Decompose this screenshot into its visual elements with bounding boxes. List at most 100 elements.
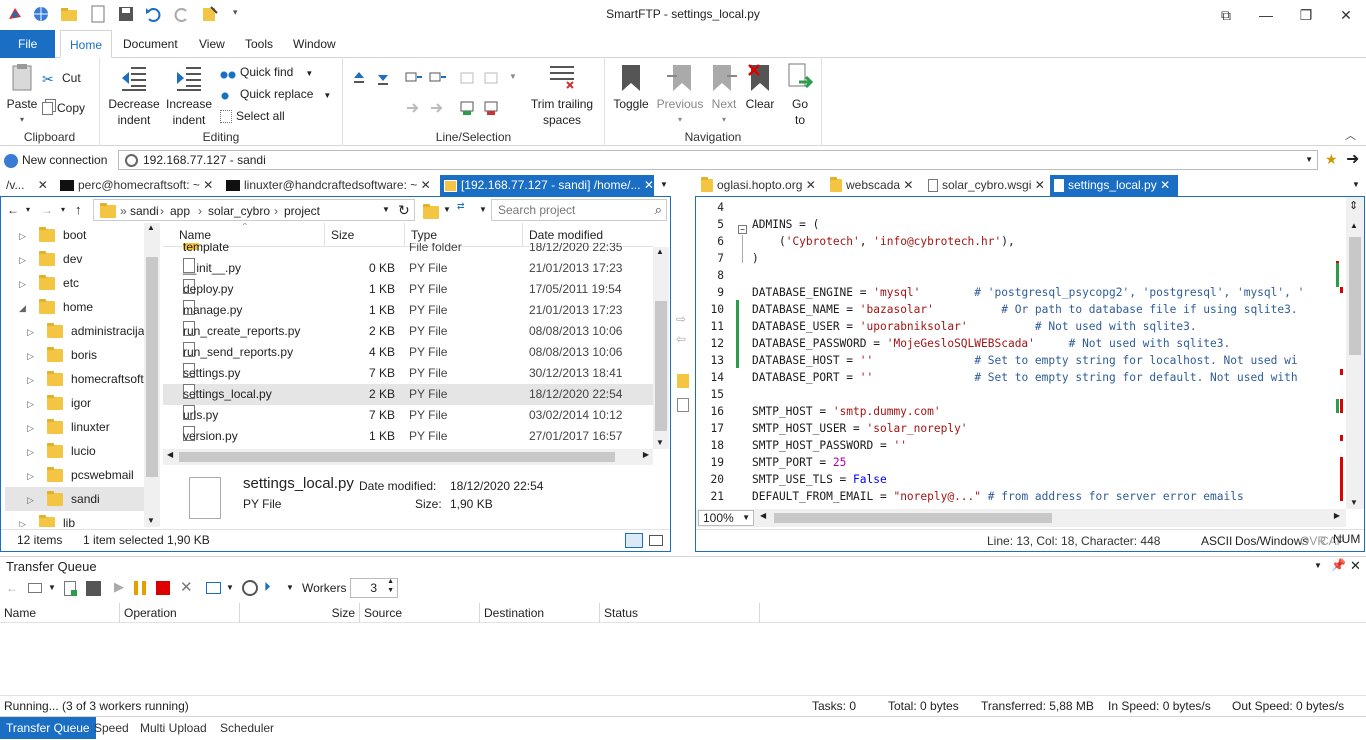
- tree-item-boris[interactable]: ▷ boris: [27, 343, 97, 367]
- tab-linuxter[interactable]: linuxter@handcraftedsoftware: ~ ✕: [222, 175, 438, 196]
- column-operation[interactable]: Operation: [120, 603, 240, 623]
- file-list-hscrollbar[interactable]: ◀ ▶: [163, 449, 653, 465]
- up-icon[interactable]: ↑: [75, 202, 82, 217]
- workers-stepper[interactable]: 3 ▲ ▼: [350, 578, 398, 598]
- scroll-right-icon[interactable]: ▶: [1334, 511, 1340, 520]
- tab-settings-local[interactable]: settings_local.py ✕: [1050, 175, 1178, 196]
- expand-icon[interactable]: ▷: [19, 248, 29, 272]
- zoom-dropdown-icon[interactable]: ▼: [742, 511, 750, 525]
- column-name[interactable]: Name: [0, 603, 120, 623]
- clear-bookmarks-button[interactable]: Clear: [743, 62, 777, 112]
- tree-scrollbar[interactable]: ▲ ▼: [144, 223, 160, 527]
- address-dropdown-icon[interactable]: ▼: [1305, 151, 1313, 169]
- scroll-down-icon[interactable]: ▼: [1350, 498, 1358, 507]
- new-connection-button[interactable]: New connection: [4, 150, 107, 170]
- file-row-deploy[interactable]: deploy.py 1 KB PY File 17/05/2011 19:54: [163, 279, 653, 300]
- paste-button[interactable]: Paste ▾: [4, 62, 40, 128]
- back-dropdown-icon[interactable]: ▾: [26, 205, 30, 214]
- file-row-manage[interactable]: manage.py 1 KB PY File 21/01/2013 17:23: [163, 300, 653, 321]
- close-tab-icon[interactable]: ✕: [421, 178, 431, 192]
- scroll-right-icon[interactable]: ▶: [643, 450, 649, 459]
- tab-window[interactable]: Window: [284, 30, 345, 58]
- queue-view-icon[interactable]: [206, 582, 221, 594]
- tree-item-linuxter[interactable]: ▷ linuxter: [27, 415, 110, 439]
- tree-item-lucio[interactable]: ▷ lucio: [27, 439, 96, 463]
- increase-indent-button[interactable]: Increase indent: [164, 62, 214, 128]
- column-destination[interactable]: Destination: [480, 603, 600, 623]
- code-area[interactable]: 4 5 ADMINS = (6 ('Cybrotech', 'info@cybrot…: [698, 199, 1340, 507]
- speed-icon[interactable]: ⏵: [264, 579, 271, 595]
- expand-icon[interactable]: ▷: [19, 224, 29, 248]
- transfer-mode-dropdown-icon[interactable]: ▼: [479, 205, 487, 214]
- expand-icon[interactable]: ▷: [19, 272, 29, 296]
- file-row-init[interactable]: __init__.py 0 KB PY File 21/01/2013 17:23: [163, 258, 653, 279]
- breadcrumb-project[interactable]: project: [284, 204, 320, 218]
- tab-tools[interactable]: Tools: [236, 30, 282, 58]
- tab-remote-v[interactable]: /v... ✕: [2, 175, 52, 196]
- maximize-button[interactable]: ❐: [1286, 0, 1326, 30]
- add-item-icon[interactable]: [64, 581, 77, 596]
- sort-desc-icon[interactable]: [483, 70, 499, 86]
- tab-view[interactable]: View: [190, 30, 234, 58]
- uncomment-icon[interactable]: [483, 100, 499, 116]
- tab-oglasi[interactable]: oglasi.hopto.org ✕: [697, 175, 821, 196]
- stop-icon[interactable]: [156, 581, 170, 595]
- breadcrumb-sandi[interactable]: sandi: [130, 204, 159, 218]
- trim-trailing-spaces-button[interactable]: Trim trailing spaces: [527, 62, 597, 128]
- file-row-run-create-reports[interactable]: run_create_reports.py 2 KB PY File 08/08/20…: [163, 321, 653, 342]
- file-row-run-send-reports[interactable]: run_send_reports.py 4 KB PY File 08/08/2013…: [163, 342, 653, 363]
- speed-dropdown-icon[interactable]: ▼: [286, 583, 294, 592]
- expand-icon[interactable]: ▷: [27, 416, 37, 440]
- scroll-down-icon[interactable]: ▼: [656, 438, 664, 447]
- scroll-down-icon[interactable]: ▼: [147, 516, 155, 525]
- expand-icon[interactable]: ▷: [19, 512, 29, 527]
- tree-item-home[interactable]: ◢ home: [19, 295, 93, 319]
- close-panel-icon[interactable]: ✕: [1350, 558, 1361, 574]
- tab-scheduler[interactable]: Scheduler: [214, 717, 280, 739]
- preview-view-icon[interactable]: [649, 535, 663, 546]
- upload-arrow-icon[interactable]: ⇨: [676, 312, 686, 326]
- copy-button[interactable]: Copy: [42, 98, 85, 118]
- refresh-icon[interactable]: ↻: [398, 202, 410, 219]
- editor-scrollbar[interactable]: ⇕ ▲ ▼: [1346, 197, 1364, 509]
- column-status[interactable]: Status: [600, 603, 760, 623]
- scroll-up-icon[interactable]: ▲: [1350, 221, 1358, 230]
- file-row-settings[interactable]: settings.py 7 KB PY File 30/12/2013 18:41: [163, 363, 653, 384]
- column-size[interactable]: Size: [240, 603, 360, 623]
- tab-perc[interactable]: perc@homecraftsoft: ~ ✕: [56, 175, 222, 196]
- list-view-dropdown-icon[interactable]: ▼: [48, 583, 56, 592]
- minimize-button[interactable]: —: [1246, 0, 1286, 30]
- scroll-up-icon[interactable]: ▲: [147, 223, 155, 232]
- cut-button[interactable]: ✂ Cut: [42, 68, 81, 88]
- close-button[interactable]: ✕: [1326, 0, 1366, 30]
- next-bookmark-button[interactable]: Next ▾: [707, 62, 741, 128]
- quick-find-dropdown-icon[interactable]: ▼: [305, 69, 313, 78]
- sort-dropdown-icon[interactable]: ▼: [509, 72, 517, 81]
- file-row-version[interactable]: version.py 1 KB PY File 27/01/2017 16:57: [163, 426, 653, 447]
- breadcrumb-dropdown-icon[interactable]: ▼: [382, 205, 390, 214]
- scroll-up-icon[interactable]: ▲: [656, 247, 664, 256]
- tree-item-lib[interactable]: ▷ lib: [19, 511, 75, 527]
- tab-home[interactable]: Home: [60, 30, 113, 58]
- pin-icon[interactable]: 📌: [1331, 558, 1346, 572]
- tab-file[interactable]: File: [0, 30, 56, 58]
- tree-item-igor[interactable]: ▷ igor: [27, 391, 91, 415]
- close-tab-icon[interactable]: ✕: [203, 178, 213, 192]
- previous-bookmark-button[interactable]: Previous ▾: [655, 62, 705, 128]
- back-icon[interactable]: ←: [6, 581, 18, 595]
- folder-view-dropdown-icon[interactable]: ▼: [443, 205, 451, 214]
- comment-icon[interactable]: [459, 100, 475, 116]
- download-arrow-icon[interactable]: ⇦: [676, 332, 686, 346]
- expand-icon[interactable]: ▷: [27, 464, 37, 488]
- list-view-icon[interactable]: [28, 583, 42, 593]
- close-tab-icon[interactable]: ✕: [38, 178, 48, 192]
- tree-item-boot[interactable]: ▷ boot: [19, 223, 86, 247]
- split-icon[interactable]: ⇕: [1349, 199, 1358, 212]
- breadcrumb-solar-cybro[interactable]: solar_cybro: [208, 204, 270, 218]
- file-list-scrollbar[interactable]: ▲ ▼: [653, 247, 669, 449]
- close-tab-icon[interactable]: ✕: [1035, 178, 1045, 192]
- expand-icon[interactable]: ▷: [27, 320, 37, 344]
- left-tabs-dropdown-icon[interactable]: ▼: [660, 180, 668, 189]
- sync-folders-icon[interactable]: [677, 374, 689, 388]
- expand-icon[interactable]: ▷: [27, 344, 37, 368]
